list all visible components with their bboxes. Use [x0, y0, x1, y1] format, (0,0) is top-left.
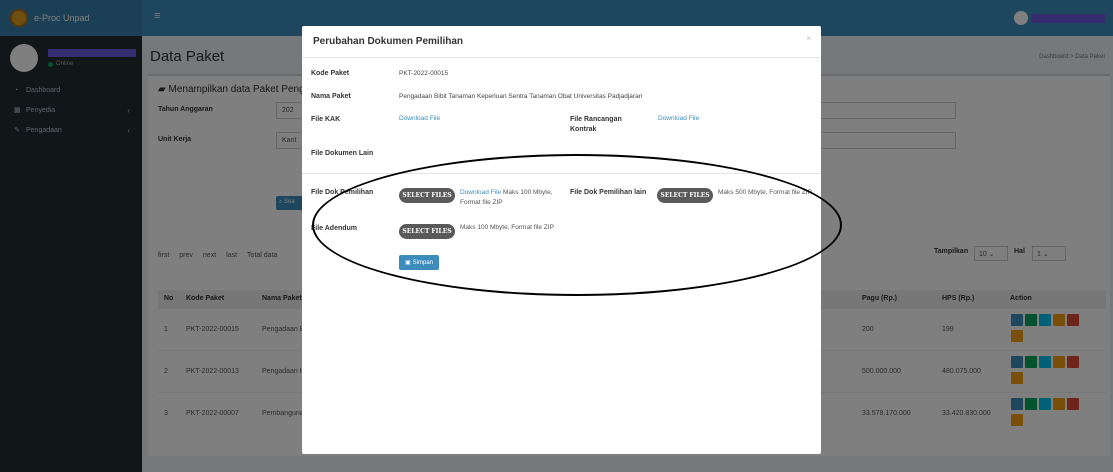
file-rancangan-kontrak-label: File Rancangan Kontrak — [570, 116, 622, 133]
modal-header: Perubahan Dokumen Pemilihan × — [302, 26, 821, 58]
kak-download-link[interactable]: Download File — [399, 115, 440, 122]
modal-title: Perubahan Dokumen Pemilihan — [313, 36, 464, 47]
nama-paket-value: Pengadaan Bibit Tanaman Keperluan Sentra… — [399, 93, 643, 100]
nama-paket-label: Nama Paket — [311, 93, 351, 100]
file-kak-label: File KAK — [311, 116, 341, 123]
kode-paket-label: Kode Paket — [311, 70, 350, 77]
close-icon[interactable]: × — [806, 34, 811, 43]
kode-paket-value: PKT-2022-00015 — [399, 70, 449, 77]
file-dokumen-lain-label: File Dokumen Lain — [311, 150, 374, 157]
rancangan-download-link[interactable]: Download File — [658, 115, 699, 122]
annotation-ellipse — [312, 154, 842, 296]
